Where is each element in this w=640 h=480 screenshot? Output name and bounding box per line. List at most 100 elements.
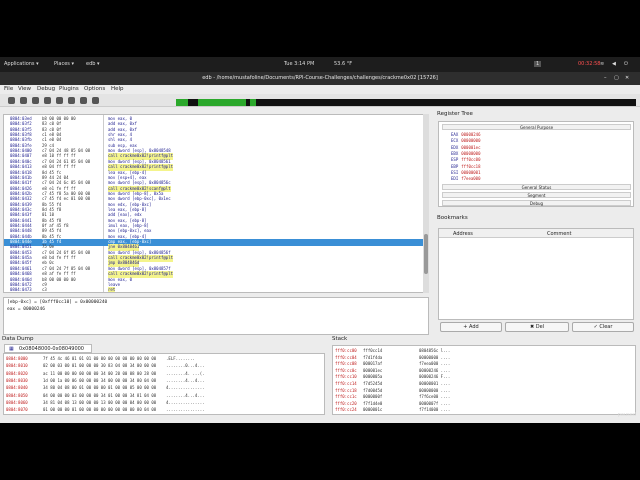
stack-row[interactable]: fff0:cc1c 0000000f f7f6ce00 .... — [335, 394, 635, 401]
register-row[interactable]: ECX 00000000 — [451, 138, 481, 143]
places-menu[interactable]: Places ▾ — [54, 61, 74, 67]
menu-view[interactable]: View — [18, 86, 31, 92]
register-panel-title: Register Tree — [437, 111, 473, 117]
disassembly-view[interactable]: 0804:03ed b8 00 00 00 00 mov eax, 0 0804:03… — [3, 114, 429, 293]
dump-hex: 02 00 03 00 01 00 00 00 30 83 04 08 34 0… — [43, 363, 157, 369]
edb-app-menu[interactable]: edb ▾ — [86, 61, 100, 67]
clock[interactable]: Tue 3:14 PM — [284, 61, 314, 67]
dump-row[interactable]: 0804:8020 ac 11 00 00 00 00 00 00 34 00 2… — [6, 371, 326, 378]
disassembly-scrollbar[interactable] — [423, 114, 429, 293]
register-row[interactable]: EDX 000001ec — [451, 145, 481, 150]
register-panel: Register Tree General Purpose EAX 00000246… — [434, 111, 636, 211]
detach-icon[interactable] — [80, 97, 87, 104]
stack-address: fff0:cc1c — [335, 394, 357, 400]
scroll-thumb[interactable] — [424, 234, 428, 274]
pause-icon[interactable] — [20, 97, 27, 104]
clear-bookmarks-button[interactable]: ✓ Clear — [572, 322, 634, 332]
register-row[interactable]: EBP fff0cc18 — [451, 164, 481, 169]
dump-address: 0804:8040 — [6, 385, 28, 391]
stack-value: f7f1d4e0 — [363, 400, 383, 406]
workspace-indicator[interactable]: 1 — [534, 61, 542, 67]
dump-hex: 7f 45 4c 46 01 01 01 00 00 00 00 00 00 0… — [43, 356, 157, 361]
register-value: f7eea000 — [461, 176, 481, 182]
register-value: 00000001 — [461, 169, 481, 175]
window-title-bar[interactable]: edb - /home/mustafoline/Documents/RPI-Co… — [0, 72, 640, 85]
register-value: fff0cc00 — [461, 157, 481, 163]
stack-address: fff0:cc00 — [335, 348, 357, 353]
stack-row[interactable]: fff0:cc10 0000005a 00000246 F... — [335, 374, 635, 381]
wifi-icon[interactable]: ≋ — [600, 61, 604, 67]
register-value: 00000000 — [461, 138, 481, 144]
column-address[interactable]: Address — [453, 231, 473, 237]
minimize-icon[interactable]: – — [604, 75, 607, 81]
delete-bookmark-button[interactable]: ✖ Del — [505, 322, 569, 332]
add-bookmark-button[interactable]: + Add — [440, 322, 502, 332]
power-icon[interactable]: ⏻ — [624, 61, 628, 67]
register-section[interactable]: General Purpose — [442, 124, 631, 130]
stack-row[interactable]: fff0:cc08 000017af f7eea000 .... — [335, 361, 635, 368]
menu-file[interactable]: File — [4, 86, 13, 92]
stack-row[interactable]: fff0:cc00 fff0cc14 0804856c l... — [335, 348, 635, 355]
dump-row[interactable]: 0804:8060 34 81 04 08 13 00 00 00 13 00 0… — [6, 400, 326, 407]
applications-menu[interactable]: Applications ▾ — [4, 61, 39, 67]
data-dump-tab[interactable]: ▦ 0x08048000-0x08049000 — [4, 344, 92, 353]
stack-address: fff0:cc18 — [335, 387, 357, 393]
stack-value: 0000005a — [363, 374, 383, 380]
stack-row[interactable]: fff0:cc04 f7d1f4da 00000000 .... — [335, 355, 635, 362]
step-into-icon[interactable] — [44, 97, 51, 104]
step-out-icon[interactable] — [68, 97, 75, 104]
dump-row[interactable]: 0804:8040 34 80 04 08 00 01 00 00 00 01 0… — [6, 385, 326, 392]
register-row[interactable]: ESP fff0cc00 — [451, 157, 481, 162]
stack-value: f7d1f4da — [363, 354, 383, 360]
stack-value: 0000000f — [363, 394, 383, 400]
register-name: ECX — [451, 138, 459, 144]
maximize-icon[interactable]: ▢ — [614, 75, 619, 81]
weather-indicator[interactable]: 53.6 °F — [334, 61, 352, 67]
dump-ascii: ........4...4... — [166, 392, 205, 398]
dump-row[interactable]: 0804:8010 02 00 03 00 01 00 00 00 30 83 0… — [6, 363, 326, 370]
stack-address: fff0:cc08 — [335, 361, 357, 367]
stack-view[interactable]: fff0:cc00 fff0cc14 0804856c l... fff0:cc04 f… — [332, 345, 636, 415]
register-row[interactable]: EAX 00000246 — [451, 132, 481, 137]
memory-region-bar[interactable] — [176, 99, 636, 106]
register-section[interactable]: Segment — [442, 192, 631, 198]
stack-row[interactable]: fff0:cc14 f7d5245d 00000001 .... — [335, 381, 635, 388]
dump-row[interactable]: 0804:8000 7f 45 4c 46 01 01 01 00 00 00 0… — [6, 356, 326, 363]
column-comment[interactable]: Comment — [547, 231, 572, 237]
dump-address: 0804:8060 — [6, 399, 28, 405]
register-section[interactable]: General Status — [442, 184, 631, 190]
dump-ascii: 4............... — [166, 399, 205, 405]
run-icon[interactable] — [8, 97, 15, 104]
stack-row[interactable]: fff0:cc18 f7d0045d 00000000 .... — [335, 388, 635, 395]
data-dump-view[interactable]: 0804:8000 7f 45 4c 46 01 01 01 00 00 00 0… — [3, 353, 325, 415]
restart-icon[interactable] — [32, 97, 39, 104]
dump-hex: 04 00 00 00 03 00 00 00 34 01 00 00 34 8… — [43, 392, 157, 398]
menu-help[interactable]: Help — [111, 86, 124, 92]
stack-extra: 00000000 .... — [419, 387, 451, 393]
stack-value: 000017af — [363, 361, 383, 367]
volume-icon[interactable]: ◀ — [612, 61, 616, 67]
register-section[interactable]: Debug — [442, 200, 631, 206]
menu-plugins[interactable]: Plugins — [59, 86, 79, 92]
register-tree[interactable]: General Purpose EAX 00000246 ECX 00000000 EDX… — [438, 121, 634, 207]
register-row[interactable]: EDI f7eea000 — [451, 176, 481, 181]
dump-row[interactable]: 0804:8030 1d 00 1a 00 06 00 00 00 34 00 0… — [6, 378, 326, 385]
menu-options[interactable]: Options — [84, 86, 105, 92]
bookmarks-table[interactable]: Address Comment — [438, 228, 634, 320]
memory-icon: ▦ — [9, 346, 14, 352]
close-icon[interactable]: ✕ — [625, 75, 629, 81]
stack-row[interactable]: fff0:cc20 f7f1d4e0 0000007f .... — [335, 401, 635, 408]
menu-debug[interactable]: Debug — [37, 86, 55, 92]
disassembly-row[interactable]: 0804:0473 c3 ret — [4, 287, 428, 292]
dump-hex: 1d 00 1a 00 06 00 00 00 34 00 00 00 34 8… — [43, 377, 157, 383]
register-row[interactable]: ESI 00000001 — [451, 170, 481, 175]
debug-state: paused — [617, 412, 636, 418]
dump-ascii: ........4. ...(. — [166, 370, 205, 376]
stack-address: fff0:cc20 — [335, 400, 357, 406]
dump-row[interactable]: 0804:8050 04 00 00 00 03 00 00 00 34 01 0… — [6, 393, 326, 400]
register-row[interactable]: EBX 00000000 — [451, 151, 481, 156]
step-over-icon[interactable] — [56, 97, 63, 104]
kill-icon[interactable] — [92, 97, 99, 104]
menu-bar: File View Debug Plugins Options Help — [0, 85, 640, 94]
stack-row[interactable]: fff0:cc0c 000001ec 00000246 .... — [335, 368, 635, 375]
